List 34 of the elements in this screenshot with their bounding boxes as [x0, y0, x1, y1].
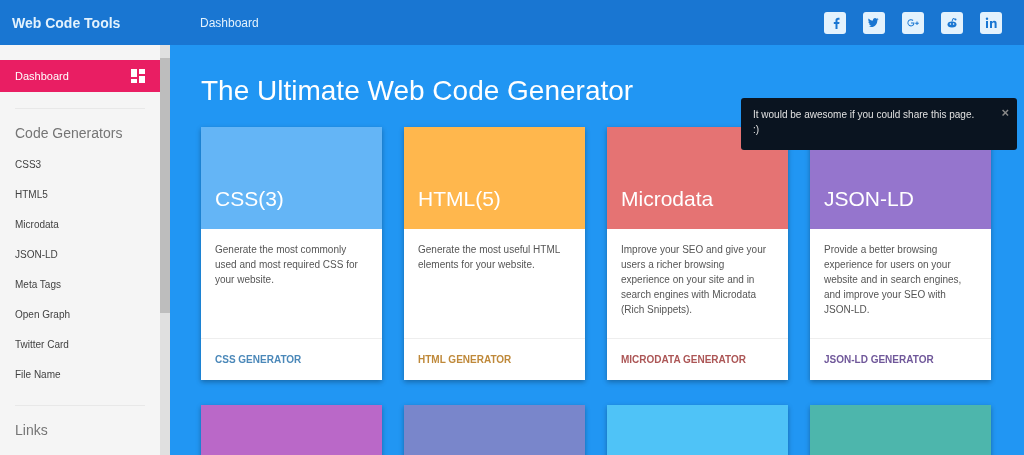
card-title: Microdata	[621, 187, 714, 211]
reddit-icon[interactable]	[941, 11, 963, 34]
scrollbar[interactable]	[160, 45, 170, 455]
generator-link[interactable]: JSON-LD GENERATOR	[810, 339, 991, 380]
close-button[interactable]: ×	[1001, 105, 1009, 120]
page-title: The Ultimate Web Code Generator	[201, 75, 635, 107]
brand-title[interactable]: Web Code Tools	[0, 14, 170, 31]
card-description: Generate the most useful HTML elements for your website.	[404, 229, 585, 339]
toast-message: It would be awesome if you could share this page. :)	[753, 109, 975, 135]
section-heading: Code Generators	[15, 125, 124, 141]
card-title: HTML(5)	[418, 187, 501, 211]
card-description: Provide a better browsing experience for users on your website and in search engines, and improve your SEO with JSON-LD.	[810, 229, 991, 339]
dashboard-icon	[131, 69, 145, 83]
sidebar-item[interactable]: Open Graph	[0, 299, 160, 329]
breadcrumb: Dashboard	[200, 15, 259, 30]
googleplus-icon[interactable]	[902, 11, 924, 34]
linkedin-icon[interactable]	[980, 11, 1002, 34]
sidebar-item[interactable]: Twitter Card	[0, 329, 160, 359]
card-description: Generate the most commonly used and most required CSS for your website.	[201, 229, 382, 339]
section-heading: Links	[15, 422, 49, 438]
sidebar-item[interactable]: Dashboard	[0, 60, 160, 92]
facebook-icon[interactable]	[824, 11, 846, 34]
card-title: CSS(3)	[215, 187, 284, 211]
card-title: JSON-LD	[824, 187, 914, 211]
card-description: Improve your SEO and give your users a richer browsing experience on your site and in search engines with Microdata (Rich Snippets).	[607, 229, 788, 339]
sidebar-item[interactable]: HTML5	[0, 179, 160, 209]
sidebar-item[interactable]: Meta Tags	[0, 269, 160, 299]
generator-link[interactable]: CSS GENERATOR	[201, 339, 382, 380]
sidebar-item[interactable]: CSS3	[0, 149, 160, 179]
sidebar-item[interactable]: JSON-LD	[0, 239, 160, 269]
sidebar-item[interactable]: File Name	[0, 359, 160, 389]
generator-link[interactable]: MICRODATA GENERATOR	[607, 339, 788, 380]
twitter-icon[interactable]	[863, 11, 885, 34]
sidebar-item[interactable]: Microdata	[0, 209, 160, 239]
